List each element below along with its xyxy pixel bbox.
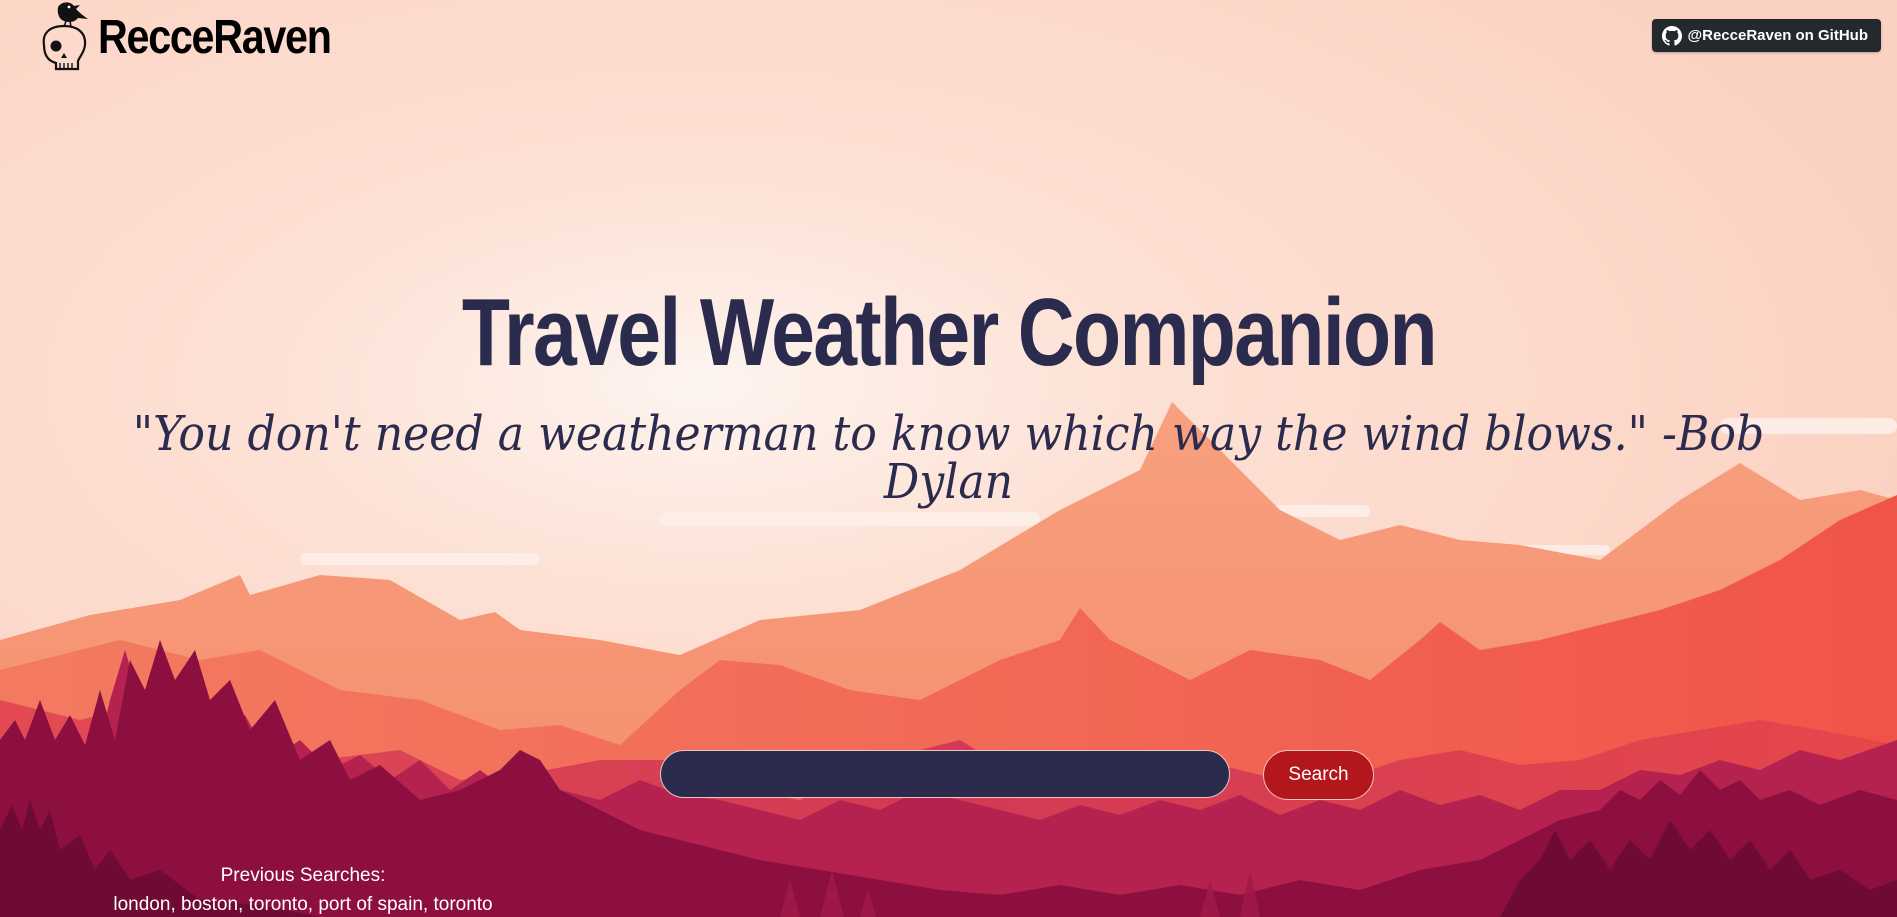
github-link-label: @RecceRaven on GitHub <box>1687 27 1869 44</box>
brand-logo[interactable]: RecceRaven <box>34 0 369 72</box>
previous-search-item[interactable]: toronto <box>433 894 492 915</box>
github-link-button[interactable]: @RecceRaven on GitHub <box>1651 19 1881 52</box>
previous-searches-list: london, boston, toronto, port of spain, … <box>113 894 493 915</box>
hero-quote: "You don't need a weatherman to know whi… <box>132 406 1765 510</box>
previous-search-item[interactable]: boston <box>181 894 238 915</box>
previous-search-item[interactable]: london <box>113 894 170 915</box>
previous-search-item[interactable]: toronto <box>249 894 308 915</box>
search-button[interactable]: Search <box>1263 750 1374 800</box>
city-search-input[interactable] <box>660 750 1230 798</box>
skull-raven-icon <box>42 2 88 71</box>
previous-searches-heading: Previous Searches: <box>220 865 386 886</box>
brand-name: RecceRaven <box>98 11 332 64</box>
previous-search-item[interactable]: port of spain <box>318 894 423 915</box>
github-icon <box>1661 25 1682 46</box>
page-title: Travel Weather Companion <box>461 279 1437 386</box>
previous-searches: Previous Searches: london, boston, toron… <box>100 861 506 917</box>
